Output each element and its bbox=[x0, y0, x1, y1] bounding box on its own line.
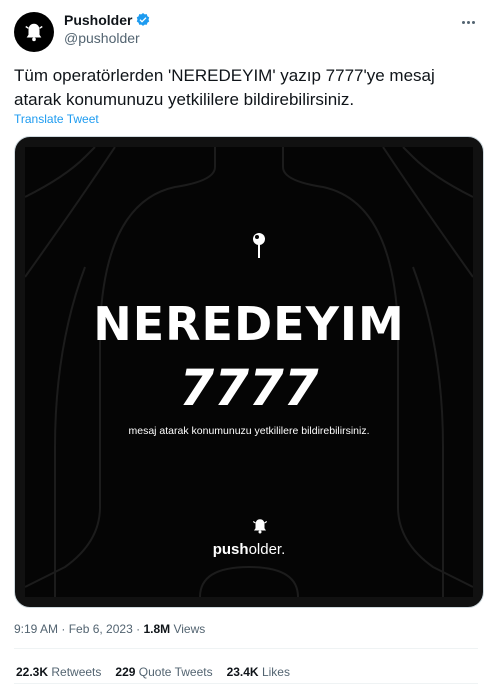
brand-logo: pusholder. bbox=[25, 541, 473, 558]
headline-word: NEREDEYIM bbox=[93, 297, 405, 351]
more-options-icon[interactable] bbox=[458, 12, 478, 32]
views-label: Views bbox=[170, 622, 206, 636]
tweet-stats: 22.3K Retweets 229 Quote Tweets 23.4K Li… bbox=[16, 665, 290, 679]
likes-count: 23.4K bbox=[226, 665, 259, 679]
quotes-stat[interactable]: 229 Quote Tweets bbox=[115, 665, 212, 679]
tweet-meta: 9:19 AM · Feb 6, 2023 · 1.8M Views bbox=[14, 622, 205, 636]
tweet: Pusholder @pusholder Tüm operatörlerden … bbox=[0, 0, 492, 684]
verified-badge-icon bbox=[137, 13, 150, 26]
avatar[interactable] bbox=[14, 12, 54, 52]
meta-separator: · bbox=[132, 622, 144, 636]
quotes-count: 229 bbox=[115, 665, 136, 679]
author-handle[interactable]: @pusholder bbox=[64, 30, 140, 46]
brand-light: older. bbox=[248, 541, 286, 558]
views-count: 1.8M bbox=[143, 622, 171, 636]
brand-bold: push bbox=[212, 541, 249, 558]
headline-number: 7777 bbox=[179, 359, 319, 417]
tweet-date[interactable]: Feb 6, 2023 bbox=[69, 622, 133, 636]
tweet-media-image[interactable]: NEREDEYIM 7777 mesaj atarak konumunuzu y… bbox=[14, 136, 484, 608]
retweets-label: Retweets bbox=[48, 665, 102, 679]
retweets-count: 22.3K bbox=[16, 665, 49, 679]
translate-tweet-link[interactable]: Translate Tweet bbox=[14, 112, 99, 126]
likes-label: Likes bbox=[258, 665, 290, 679]
author-name-row[interactable]: Pusholder bbox=[64, 12, 151, 28]
display-name[interactable]: Pusholder bbox=[64, 12, 132, 28]
tweet-text: Tüm operatörlerden 'NEREDEYIM' yazıp 777… bbox=[14, 66, 435, 109]
tweet-time[interactable]: 9:19 AM bbox=[14, 622, 58, 636]
meta-separator: · bbox=[58, 622, 69, 636]
divider bbox=[14, 648, 478, 649]
bell-icon bbox=[25, 23, 43, 42]
media-poster: NEREDEYIM 7777 mesaj atarak konumunuzu y… bbox=[25, 147, 473, 597]
likes-stat[interactable]: 23.4K Likes bbox=[227, 665, 290, 679]
retweets-stat[interactable]: 22.3K Retweets bbox=[16, 665, 101, 679]
bell-icon bbox=[252, 519, 268, 534]
poster-subline: mesaj atarak konumunuzu yetkililere bild… bbox=[128, 425, 370, 437]
quotes-label: Quote Tweets bbox=[135, 665, 213, 679]
location-pin-icon bbox=[253, 233, 265, 258]
